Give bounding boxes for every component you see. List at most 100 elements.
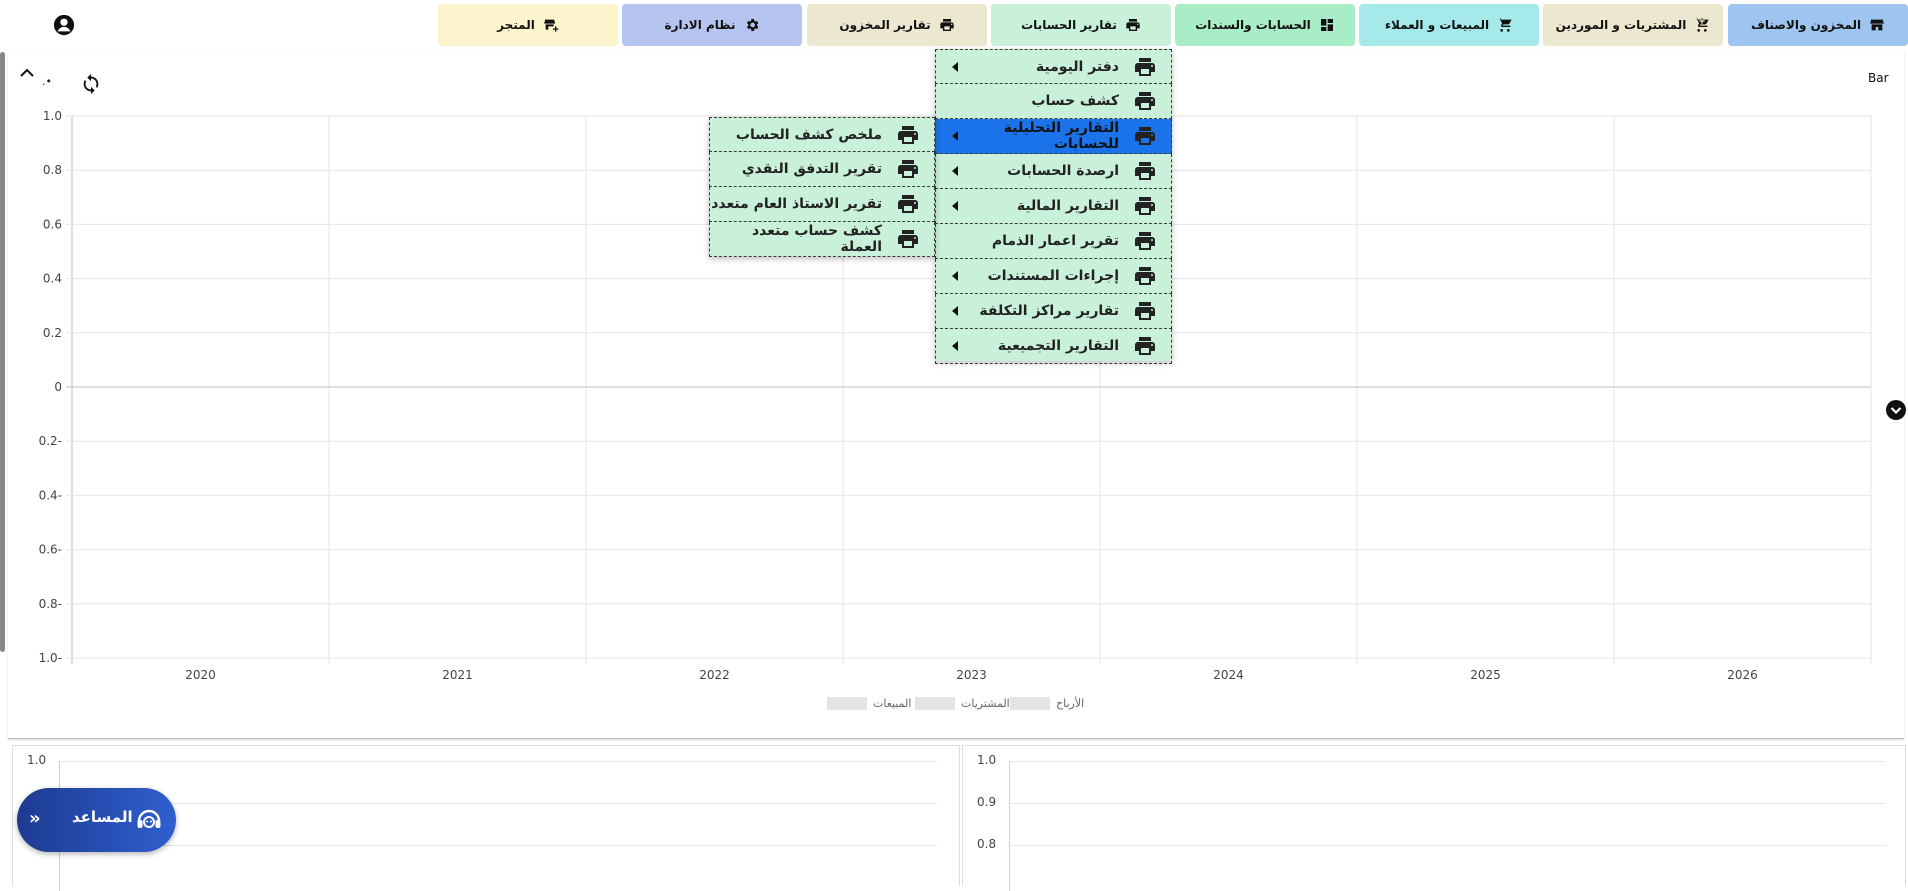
menu-item-label: إجراءات المستندات xyxy=(987,268,1119,284)
nav-tab-label: المتجر xyxy=(497,18,535,32)
submenu-arrow-icon xyxy=(952,306,958,316)
printer-icon xyxy=(1133,264,1157,288)
printer-icon xyxy=(1133,334,1157,358)
submenu-arrow-icon xyxy=(952,131,958,141)
nav-tab-label: المشتريات و الموردين xyxy=(1555,18,1687,32)
submenu-arrow-icon xyxy=(952,201,958,211)
nav-tab-label: تقارير الحسابات xyxy=(1021,18,1117,32)
nav-tab-label: نظام الادارة xyxy=(664,18,736,32)
nav-tab-label: تقارير المخزون xyxy=(839,18,931,32)
submenu-arrow-icon xyxy=(952,341,958,351)
legend-swatch xyxy=(915,697,955,710)
menu-item[interactable]: كشف حساب xyxy=(935,84,1172,119)
gridline xyxy=(59,845,937,846)
scroll-down-chevron-icon[interactable] xyxy=(1886,400,1906,420)
nav-tab-8[interactable]: المتجر xyxy=(438,4,618,46)
menu-item[interactable]: تقرير الاستاذ العام متعدد xyxy=(709,187,935,222)
menu-item-label: تقارير مراكز التكلفة xyxy=(979,303,1119,319)
legend-label: المبيعات xyxy=(873,697,912,710)
headset-support-icon xyxy=(135,806,163,834)
gear-icon xyxy=(744,17,760,33)
menu-item-label: كشف حساب xyxy=(1031,93,1119,109)
printer-icon xyxy=(1133,55,1157,79)
store-add-icon xyxy=(543,17,559,33)
gridline xyxy=(59,803,937,804)
chart-type-label[interactable]: Bar xyxy=(1868,71,1889,85)
menu-item[interactable]: التقارير التحليلية للحسابات xyxy=(935,119,1172,154)
menu-item-label: التقارير التجميعية xyxy=(997,338,1119,354)
refresh-icon[interactable] xyxy=(80,73,102,95)
nav-tab-1[interactable]: المخزون والاصناف xyxy=(1728,4,1908,46)
legend-item[interactable]: الأرباح xyxy=(1010,697,1084,710)
menu-item[interactable]: ارصدة الحسابات xyxy=(935,154,1172,189)
menu-item[interactable]: التقارير التجميعية xyxy=(935,329,1172,364)
legend-swatch xyxy=(827,697,867,710)
nav-tab-7[interactable]: نظام الادارة xyxy=(622,4,802,46)
analytical-reports-submenu: ملخص كشف الحساب تقرير التدفق النقدي تقرير … xyxy=(709,117,935,257)
y-tick-label: 0.8 xyxy=(977,837,997,851)
legend-swatch xyxy=(1010,697,1050,710)
menu-item[interactable]: تقرير اعمار الذمام xyxy=(935,224,1172,259)
submenu-arrow-icon xyxy=(952,166,958,176)
menu-item-label: تقرير اعمار الذمام xyxy=(991,233,1119,249)
legend-label: الأرباح xyxy=(1056,697,1085,710)
nav-tab-label: المخزون والاصناف xyxy=(1750,18,1862,32)
printer-icon xyxy=(896,227,920,251)
assistant-button[interactable]: » المساعد xyxy=(17,788,176,852)
printer-icon xyxy=(896,123,920,147)
menu-item[interactable]: تقارير مراكز التكلفة xyxy=(935,294,1172,329)
menu-item[interactable]: دفتر اليومية xyxy=(935,49,1172,84)
submenu-arrow-icon xyxy=(952,62,958,72)
nav-tab-5[interactable]: تقارير الحسابات xyxy=(991,4,1171,46)
gridline xyxy=(1009,803,1885,804)
menu-item-label: التقارير المالية xyxy=(1016,198,1119,214)
user-account-icon[interactable] xyxy=(53,14,75,36)
menu-item[interactable]: كشف حساب متعدد العملة xyxy=(709,222,935,257)
cart-plus-icon xyxy=(1694,17,1710,33)
nav-tab-2[interactable]: المشتريات و الموردين xyxy=(1543,4,1723,46)
dashboard-icon xyxy=(1319,17,1335,33)
left-scrollbar[interactable] xyxy=(0,52,5,652)
menu-item-label: كشف حساب متعدد العملة xyxy=(751,223,882,255)
printer-icon xyxy=(939,17,955,33)
printer-icon xyxy=(1133,229,1157,253)
nav-tab-label: المبيعات و العملاء xyxy=(1384,18,1490,32)
collapse-chevron-up-icon[interactable] xyxy=(17,63,37,83)
legend-label: المشتريات xyxy=(961,697,1010,710)
legend-item[interactable]: المبيعات xyxy=(827,697,911,710)
printer-icon xyxy=(1133,89,1157,113)
menu-item-label: ملخص كشف الحساب xyxy=(735,126,882,143)
cart-icon xyxy=(1497,17,1513,33)
submenu-arrow-icon xyxy=(952,271,958,281)
printer-icon xyxy=(1133,299,1157,323)
printer-icon xyxy=(1133,124,1157,148)
gridline xyxy=(59,761,937,762)
menu-item-label: تقرير التدفق النقدي xyxy=(741,161,882,177)
menu-item-label: تقرير الاستاذ العام متعدد xyxy=(711,196,882,212)
y-tick-label: 0.9 xyxy=(977,795,997,809)
menu-item[interactable]: التقارير المالية xyxy=(935,189,1172,224)
menu-item-label: التقارير التحليلية للحسابات xyxy=(1003,120,1119,152)
assistant-label: المساعد xyxy=(72,808,133,826)
gridline xyxy=(1009,845,1885,846)
y-tick-label: 1.0 xyxy=(27,753,47,767)
y-tick-label: 1.0 xyxy=(977,753,997,767)
nav-tab-4[interactable]: الحسابات والسندات xyxy=(1175,4,1355,46)
menu-item-label: ارصدة الحسابات xyxy=(1007,163,1119,179)
accounts-reports-dropdown: دفتر اليومية كشف حساب التقارير التحليلية ل… xyxy=(935,49,1172,364)
nav-tab-3[interactable]: المبيعات و العملاء xyxy=(1359,4,1539,46)
top-navigation: المخزون والاصناف المشتريات و الموردين المب… xyxy=(0,0,1908,50)
printer-icon xyxy=(1125,17,1141,33)
double-chevron-icon: » xyxy=(29,808,41,829)
legend-item[interactable]: المشتريات xyxy=(915,697,1010,710)
store-icon xyxy=(1869,17,1885,33)
y-axis-line xyxy=(1009,761,1010,891)
menu-item[interactable]: تقرير التدفق النقدي xyxy=(709,152,935,187)
nav-tab-6[interactable]: تقارير المخزون xyxy=(807,4,987,46)
chart-dot-label: .• xyxy=(42,75,52,88)
menu-item[interactable]: ملخص كشف الحساب xyxy=(709,117,935,152)
nav-tab-label: الحسابات والسندات xyxy=(1195,18,1311,32)
gridline xyxy=(1009,761,1885,762)
menu-item[interactable]: إجراءات المستندات xyxy=(935,259,1172,294)
printer-icon xyxy=(896,157,920,181)
